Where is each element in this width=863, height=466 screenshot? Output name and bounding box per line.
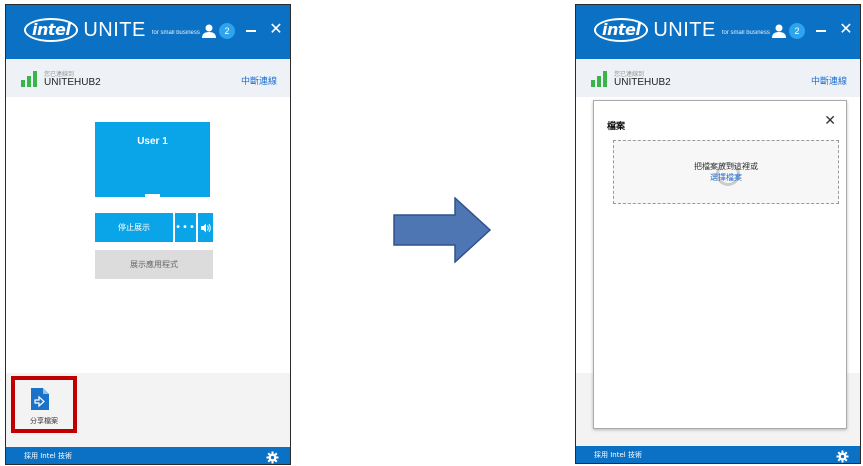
gear-icon[interactable] (266, 449, 279, 464)
right-arrow-icon (393, 196, 492, 267)
share-file-label: 分享檔案 (30, 417, 58, 425)
stop-presenting-button[interactable]: 停止展示 (95, 213, 173, 242)
user-tile: User 1 (95, 122, 210, 197)
hub-name: UNITEHUB2 (614, 77, 671, 88)
minimize-icon[interactable] (246, 30, 256, 32)
logo-sub-text: for small business (151, 30, 200, 36)
user-tile-name: User 1 (137, 136, 168, 147)
person-icon (201, 24, 217, 38)
logo-unite-text: UNITE (653, 18, 716, 41)
panel-title: 檔案 (607, 122, 626, 132)
volume-button[interactable] (198, 213, 213, 242)
intel-unite-logo: intel UNITE for small business (24, 18, 200, 42)
gear-icon[interactable] (836, 448, 849, 463)
unite-window-before: intel UNITE for small business 2 ✕ 您已連線到… (5, 4, 291, 465)
close-icon[interactable]: ✕ (824, 113, 836, 129)
file-drop-zone[interactable]: 把檔案放到這裡或 選擇檔案 (613, 140, 839, 204)
connection-bar: 您已連線到 UNITEHUB2 中斷連線 (6, 59, 290, 97)
more-options-button[interactable]: ••• (175, 213, 196, 242)
drop-instruction: 把檔案放到這裡或 (694, 162, 758, 171)
unite-window-after: intel UNITE for small business 2 ✕ 您已連線到… (575, 4, 861, 464)
user-tile-notch (145, 194, 160, 197)
close-icon[interactable]: ✕ (838, 21, 854, 37)
participant-count-badge: 2 (789, 23, 805, 39)
disconnect-link[interactable]: 中斷連線 (241, 74, 277, 87)
logo-intel-text: intel (24, 18, 79, 42)
disconnect-link[interactable]: 中斷連線 (811, 74, 847, 87)
logo-unite-text: UNITE (83, 18, 146, 41)
footer-bar: 採用 Intel 技術 (576, 446, 860, 463)
intel-unite-logo: intel UNITE for small business (594, 18, 770, 42)
footer-bar: 採用 Intel 技術 (6, 447, 290, 464)
choose-file-link[interactable]: 選擇檔案 (614, 172, 838, 183)
file-arrow-icon (30, 387, 50, 415)
participants-button[interactable]: 2 (771, 23, 805, 39)
participants-button[interactable]: 2 (201, 23, 235, 39)
minimize-icon[interactable] (816, 30, 826, 32)
share-file-button[interactable]: 分享檔案 (11, 376, 77, 433)
speaker-icon (200, 223, 211, 232)
file-share-panel: 檔案 ✕ 把檔案放到這裡或 選擇檔案 (593, 100, 847, 429)
show-application-button[interactable]: 展示應用程式 (95, 250, 213, 279)
connection-bar: 您已連線到 UNITEHUB2 中斷連線 (576, 59, 860, 97)
powered-by-text: 採用 Intel 技術 (24, 452, 72, 460)
signal-bars-icon (591, 71, 607, 87)
person-icon (771, 24, 787, 38)
logo-intel-text: intel (594, 18, 649, 42)
title-bar: intel UNITE for small business 2 ✕ (6, 5, 290, 59)
hub-name: UNITEHUB2 (44, 77, 101, 88)
close-icon[interactable]: ✕ (268, 21, 284, 37)
logo-sub-text: for small business (721, 30, 770, 36)
signal-bars-icon (21, 71, 37, 87)
title-bar: intel UNITE for small business 2 ✕ (576, 5, 860, 59)
participant-count-badge: 2 (219, 23, 235, 39)
powered-by-text: 採用 Intel 技術 (594, 451, 642, 459)
